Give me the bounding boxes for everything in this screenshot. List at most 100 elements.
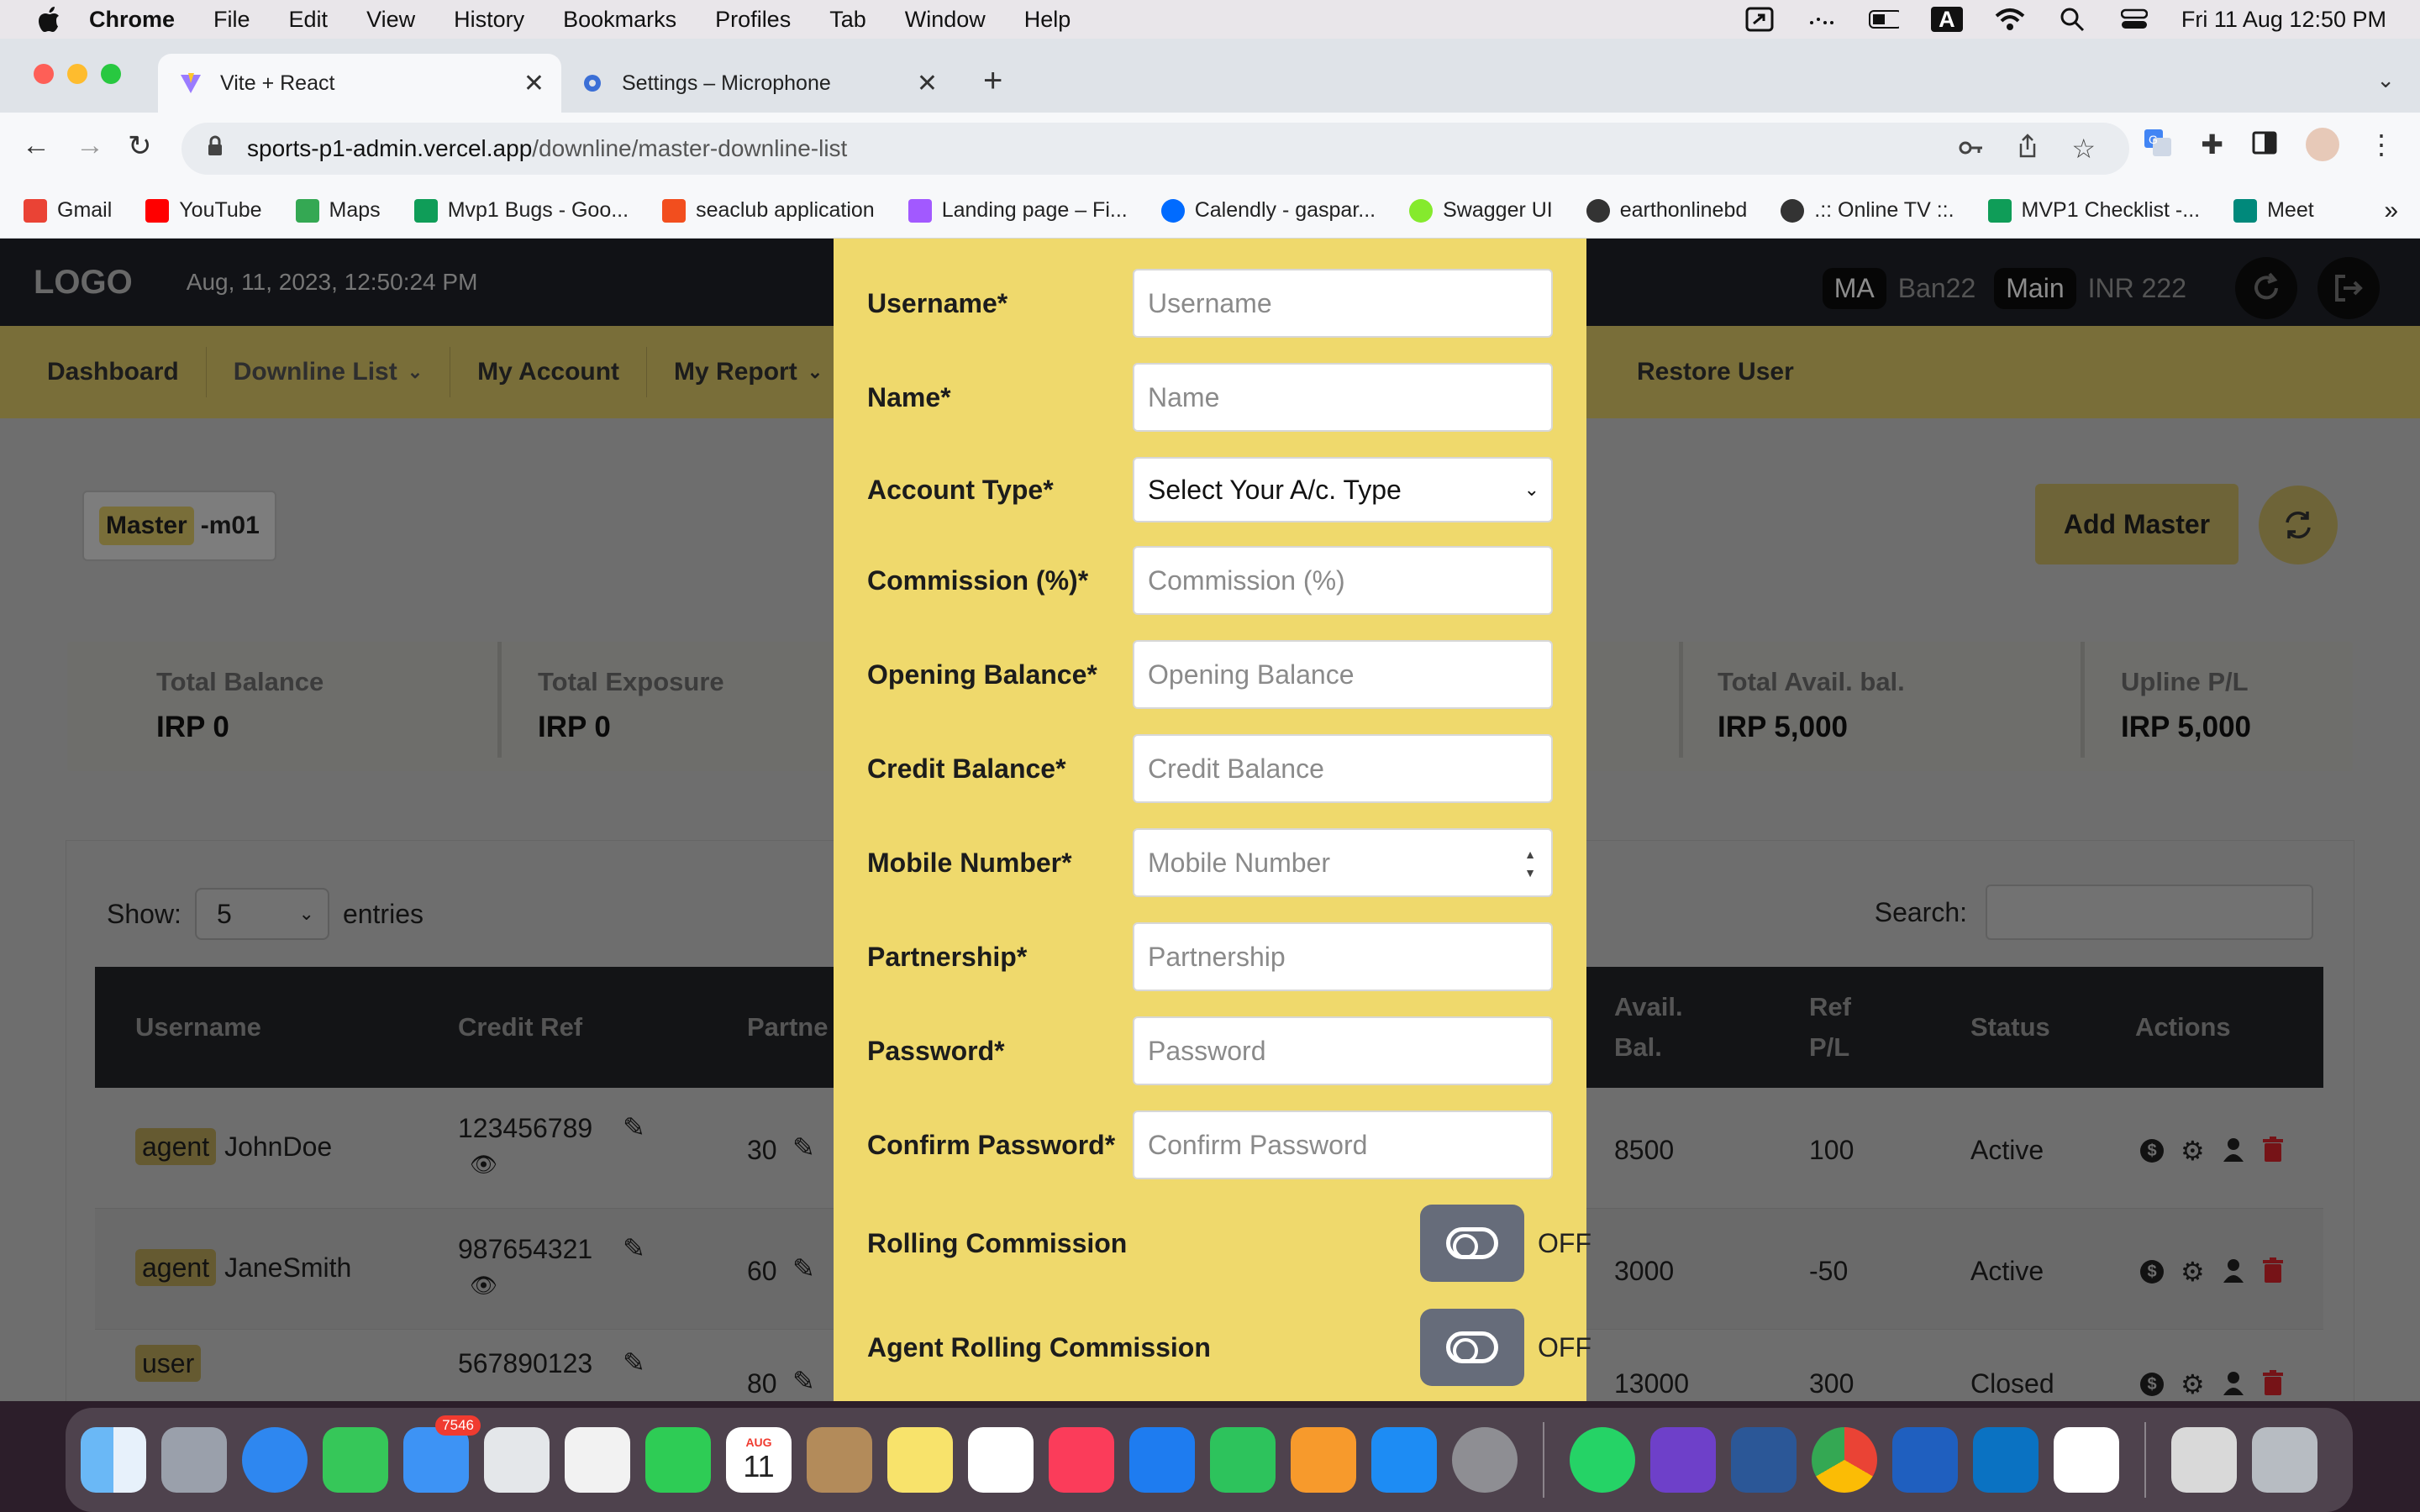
- control-center-icon[interactable]: [2119, 7, 2149, 32]
- bookmark-online-tv[interactable]: .:: Online TV ::.: [1781, 198, 1954, 223]
- mobile-number-input[interactable]: Mobile Number ▲ ▼: [1133, 828, 1553, 897]
- bookmark-calendly[interactable]: Calendly - gaspar...: [1160, 198, 1376, 223]
- forward-arrow-icon[interactable]: →: [76, 129, 104, 162]
- menu-bookmarks[interactable]: Bookmarks: [563, 7, 676, 33]
- lock-icon[interactable]: [207, 135, 229, 163]
- battery-icon[interactable]: [1868, 7, 1899, 32]
- menu-profiles[interactable]: Profiles: [715, 7, 791, 33]
- translate-icon[interactable]: G: [2144, 129, 2172, 161]
- menu-window[interactable]: Window: [905, 7, 986, 33]
- reminders-icon[interactable]: [968, 1427, 1034, 1493]
- remote-desktop-icon[interactable]: [1892, 1427, 1958, 1493]
- reload-icon[interactable]: ↻: [128, 129, 152, 163]
- commission-input[interactable]: Commission (%): [1133, 546, 1553, 615]
- photos-icon[interactable]: [565, 1427, 630, 1493]
- safari-icon[interactable]: [242, 1427, 308, 1493]
- sidebar-icon[interactable]: [2252, 131, 2277, 159]
- bookmark-gmail[interactable]: Gmail: [24, 198, 112, 223]
- tab-settings-microphone[interactable]: Settings – Microphone ✕: [568, 54, 955, 113]
- share-icon[interactable]: [2018, 133, 2038, 165]
- bookmark-mvp1-bugs[interactable]: Mvp1 Bugs - Goo...: [413, 198, 629, 223]
- menu-file[interactable]: File: [213, 7, 250, 33]
- numbers-icon[interactable]: [1210, 1427, 1276, 1493]
- whatsapp-icon[interactable]: [1570, 1427, 1635, 1493]
- messages-icon[interactable]: [323, 1427, 388, 1493]
- toggle-off-icon: [1446, 1331, 1498, 1363]
- confirm-password-input[interactable]: Confirm Password: [1133, 1110, 1553, 1179]
- maps-icon[interactable]: [484, 1427, 550, 1493]
- username-input[interactable]: Username: [1133, 269, 1553, 338]
- dock-separator: [1543, 1422, 1544, 1498]
- bookmark-mvp1-checklist[interactable]: MVP1 Checklist -...: [1987, 198, 2200, 223]
- opening-balance-input[interactable]: Opening Balance: [1133, 640, 1553, 709]
- spotlight-search-icon[interactable]: [2057, 7, 2087, 32]
- menu-help[interactable]: Help: [1024, 7, 1071, 33]
- apple-icon[interactable]: [32, 3, 66, 36]
- bookmark-youtube[interactable]: YouTube: [145, 198, 262, 223]
- menubar-clock[interactable]: Fri 11 Aug 12:50 PM: [2181, 7, 2386, 33]
- keynote-icon[interactable]: [1129, 1427, 1195, 1493]
- music-icon[interactable]: [1049, 1427, 1114, 1493]
- chrome-icon[interactable]: [1812, 1427, 1877, 1493]
- calendar-icon[interactable]: AUG 11: [726, 1427, 792, 1493]
- partnership-input[interactable]: Partnership: [1133, 922, 1553, 991]
- word-icon[interactable]: [1731, 1427, 1797, 1493]
- menu-tab[interactable]: Tab: [829, 7, 866, 33]
- profile-avatar[interactable]: [2306, 128, 2339, 161]
- bookmark-earthonlinebd[interactable]: earthonlinebd: [1586, 198, 1747, 223]
- password-input[interactable]: Password: [1133, 1016, 1553, 1085]
- notes-icon[interactable]: [887, 1427, 953, 1493]
- facetime-icon[interactable]: [645, 1427, 711, 1493]
- wifi-icon[interactable]: [1995, 7, 2025, 32]
- launchpad-icon[interactable]: [161, 1427, 227, 1493]
- address-bar[interactable]: sports-p1-admin.vercel.app/downline/mast…: [182, 123, 2129, 175]
- close-tab-icon[interactable]: ✕: [523, 69, 544, 98]
- bookmarks-overflow-icon[interactable]: »: [2384, 197, 2398, 225]
- back-arrow-icon[interactable]: ←: [22, 129, 50, 162]
- bookmark-swagger[interactable]: Swagger UI: [1409, 198, 1553, 223]
- menu-app-name[interactable]: Chrome: [89, 7, 175, 33]
- downloads-stack-icon[interactable]: [2171, 1427, 2237, 1493]
- key-icon[interactable]: [1959, 135, 1984, 162]
- mail-icon[interactable]: 7546: [403, 1415, 481, 1493]
- maximize-window-button[interactable]: [101, 64, 121, 84]
- contacts-icon[interactable]: [807, 1427, 872, 1493]
- menu-view[interactable]: View: [366, 7, 415, 33]
- bookmark-label: .:: Online TV ::.: [1814, 198, 1954, 222]
- number-spinner-icon[interactable]: ▲ ▼: [1524, 845, 1536, 882]
- pages-icon[interactable]: [1291, 1427, 1356, 1493]
- github-desktop-icon[interactable]: [1650, 1427, 1716, 1493]
- svg-text:G: G: [2149, 133, 2158, 146]
- account-type-select[interactable]: Select Your A/c. Type ⌄: [1133, 457, 1553, 522]
- close-window-button[interactable]: [34, 64, 54, 84]
- menu-history[interactable]: History: [454, 7, 524, 33]
- bookmark-landing-page[interactable]: Landing page – Fi...: [908, 198, 1128, 223]
- system-settings-icon[interactable]: [1452, 1427, 1518, 1493]
- bookmark-maps[interactable]: Maps: [295, 198, 381, 223]
- app-store-icon[interactable]: [1371, 1427, 1437, 1493]
- tab-search-chevron-icon[interactable]: ⌄: [2376, 67, 2395, 93]
- trash-icon[interactable]: [2252, 1427, 2317, 1493]
- minimize-window-button[interactable]: [67, 64, 87, 84]
- slack-icon[interactable]: [2054, 1427, 2119, 1493]
- screen-share-icon[interactable]: [1744, 7, 1775, 32]
- extensions-puzzle-icon[interactable]: ✚: [2201, 129, 2223, 160]
- more-menu-icon[interactable]: ⋮: [2368, 129, 2395, 160]
- rolling-commission-toggle[interactable]: [1420, 1205, 1524, 1282]
- name-input[interactable]: Name: [1133, 363, 1553, 432]
- agent-rolling-commission-toggle[interactable]: [1420, 1309, 1524, 1386]
- menu-edit[interactable]: Edit: [289, 7, 329, 33]
- tab-vite-react[interactable]: Vite + React ✕: [158, 54, 561, 113]
- field-label: Mobile Number*: [867, 847, 1072, 878]
- credit-balance-input[interactable]: Credit Balance: [1133, 734, 1553, 803]
- form-row-password: Password* Password: [867, 1016, 1553, 1085]
- new-tab-button[interactable]: +: [983, 62, 1002, 100]
- bookmark-meet[interactable]: Meet: [2233, 198, 2314, 223]
- close-tab-icon[interactable]: ✕: [917, 69, 938, 98]
- vscode-icon[interactable]: [1973, 1427, 2039, 1493]
- bookmark-seaclub[interactable]: seaclub application: [662, 198, 875, 223]
- bookmark-star-icon[interactable]: ☆: [2071, 133, 2096, 165]
- finder-icon[interactable]: [81, 1427, 146, 1493]
- input-source-icon[interactable]: A: [1930, 7, 1963, 32]
- dots-status-icon[interactable]: [1807, 7, 1837, 32]
